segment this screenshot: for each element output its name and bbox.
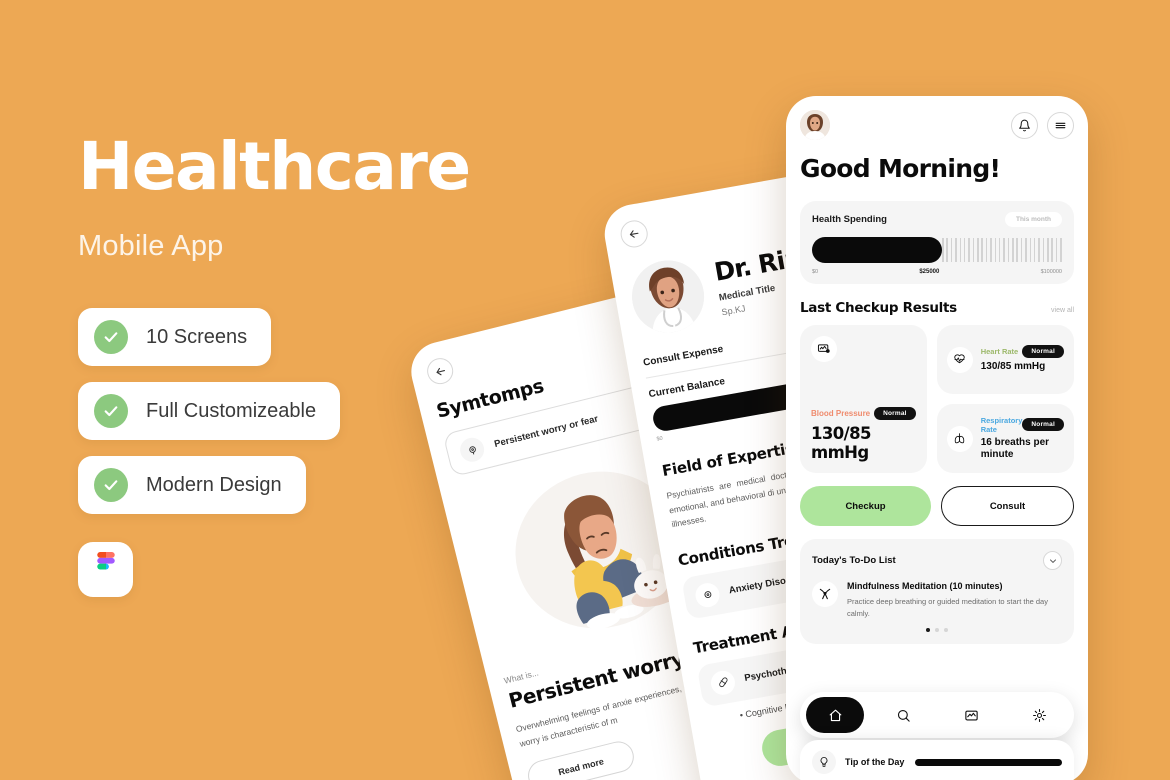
blood-pressure-monitor-icon [811,336,837,362]
feature-badge: 10 Screens [78,308,272,366]
lungs-icon [946,425,973,452]
spending-scale: $0 $25000 $100000 [812,269,1062,275]
respiratory-rate-value: 16 breaths per minute [980,436,1050,461]
consult-button[interactable]: Consult [941,486,1074,526]
heart-rate-value: 130/85 mmHg [980,361,1046,373]
blood-pressure-label: Blood Pressure [811,409,871,418]
health-spending-title: Health Spending [812,214,887,225]
page-title: Healthcare [78,128,471,205]
checkup-results-grid: Blood Pressure Normal 130/85 mmHg Heart … [800,325,1074,473]
chevron-down-icon[interactable] [1043,551,1062,570]
blood-pressure-card[interactable]: Blood Pressure Normal 130/85 mmHg [800,325,927,473]
meditation-icon [812,581,838,607]
checkup-button[interactable]: Checkup [800,486,931,526]
checkup-section-title: Last Checkup Results [800,300,957,316]
status-badge: Normal [1022,345,1064,359]
feature-badge-label: Full Customizeable [146,399,317,422]
period-filter-chip[interactable]: This month [1004,212,1062,227]
feature-badge: Full Customizeable [78,382,341,440]
todo-title: Today's To-Do List [812,555,896,566]
tip-label: Tip of the Day [845,757,905,767]
check-icon [94,468,128,502]
carousel-dots[interactable] [812,628,1062,633]
home-topbar [800,110,1074,140]
symptom-chip-label: Persistent worry or fear [493,413,600,450]
feature-badge: Modern Design [78,456,306,514]
view-all-link[interactable]: view all [1051,307,1074,314]
notification-button[interactable] [1011,111,1038,139]
nav-reports[interactable] [942,697,1000,733]
figma-logo-icon [78,542,133,597]
status-badge: Normal [1022,418,1064,431]
spending-scale-max: $100000 [1040,269,1062,275]
health-spending-bar [812,237,1062,263]
tip-redacted-text [915,758,1062,766]
todo-card: Today's To-Do List Mindfulness Meditatio… [800,539,1074,645]
checkup-section-header: Last Checkup Results view all [800,300,1074,316]
pill-icon [709,668,737,697]
heart-rate-card[interactable]: Heart Rate Normal 130/85 mmHg [936,325,1074,394]
spending-bar-fill [812,237,942,263]
menu-button[interactable] [1047,111,1074,139]
nav-settings[interactable] [1010,697,1068,733]
nav-search[interactable] [874,697,932,733]
action-buttons: Checkup Consult [800,486,1074,526]
page-subtitle: Mobile App [78,230,224,262]
lightbulb-icon [812,750,836,774]
todo-item[interactable]: Mindfulness Meditation (10 minutes) Prac… [812,581,1062,619]
health-spending-card: Health Spending This month $0 $25000 $10… [800,201,1074,284]
check-icon [94,394,128,428]
respiratory-rate-label: Respiratory Rate [980,415,1023,434]
promo-panel: Healthcare Mobile App 10 Screens Full Cu… [78,134,498,597]
greeting-title: Good Morning! [800,154,1001,183]
status-badge: Normal [874,407,916,420]
spending-scale-min: $0 [812,269,819,275]
spending-scale-mid: $25000 [919,269,940,275]
back-button[interactable] [618,218,650,250]
check-icon [94,320,128,354]
home-screen-mockup: Good Morning! Health Spending This month… [786,96,1088,780]
blood-pressure-value: 130/85 mmHg [811,424,871,462]
tip-of-the-day-bar[interactable]: Tip of the Day [800,740,1074,780]
user-avatar[interactable] [800,110,830,140]
doctor-avatar [626,254,710,339]
balance-scale-min: $0 [656,435,664,443]
bottom-navigation [800,692,1074,738]
spending-bar-ticks [942,238,1062,262]
todo-item-description: Practice deep breathing or guided medita… [847,597,1048,618]
feature-badge-list: 10 Screens Full Customizeable Modern Des… [78,308,498,514]
brain-icon [693,581,722,609]
heart-pulse-icon [946,346,973,373]
nav-home[interactable] [806,697,864,733]
feature-badge-label: Modern Design [146,473,282,496]
heart-rate-label: Heart Rate [980,347,1019,357]
todo-item-title: Mindfulness Meditation (10 minutes) [847,581,1003,591]
feature-badge-label: 10 Screens [146,325,248,348]
respiratory-rate-card[interactable]: Respiratory Rate Normal 16 breaths per m… [936,404,1074,473]
